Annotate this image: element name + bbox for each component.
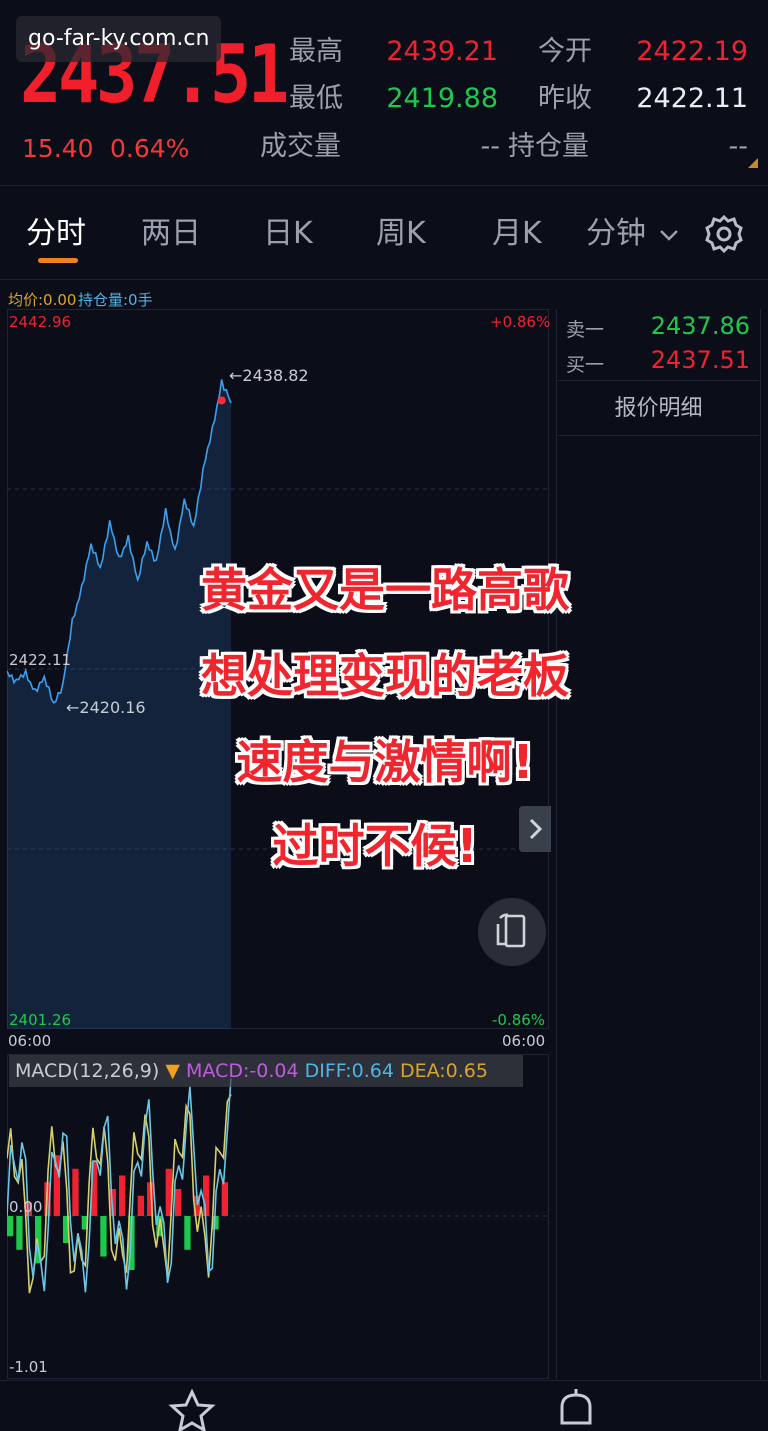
active-tab-indicator — [38, 258, 78, 263]
macd-bar — [137, 1195, 144, 1216]
sell-one-label: 卖一 — [566, 319, 605, 341]
time-start: 06:00 — [8, 1032, 52, 1050]
gear-icon[interactable] — [704, 214, 744, 254]
buy-one-value: 2437.51 — [650, 346, 750, 374]
price-change-pct: 0.64% — [110, 134, 190, 163]
macd-bar — [175, 1189, 182, 1216]
macd-bar — [184, 1216, 191, 1250]
tab-monthly-k[interactable]: 月K — [492, 216, 542, 252]
caption-line-2: 想处理变现的老板 — [201, 649, 569, 703]
macd-bar — [221, 1182, 228, 1216]
macd-dropdown-icon[interactable]: ▼ — [165, 1060, 180, 1082]
macd-bar — [16, 1216, 23, 1250]
volume-value: -- — [480, 131, 501, 162]
macd-value: MACD:-0.04 — [186, 1060, 299, 1082]
bottom-toolbar — [0, 1380, 768, 1431]
caption-line-3: 速度与激情啊! — [236, 735, 534, 789]
macd-legend: MACD(12,26,9) ▼ MACD:-0.04 DIFF:0.64 DEA… — [9, 1055, 523, 1087]
watermark: go-far-ky.com.cn — [16, 16, 222, 62]
macd-bar — [7, 1216, 14, 1237]
high-callout: ←2438.82 — [229, 366, 309, 385]
corner-marker — [748, 158, 758, 168]
rotate-phone-icon — [496, 913, 526, 948]
sell-one-value: 2437.86 — [650, 312, 750, 340]
macd-bar — [203, 1175, 210, 1216]
tab-intraday[interactable]: 分时 — [26, 216, 86, 252]
open-label: 今开 — [538, 36, 592, 67]
high-label: 最高 — [289, 36, 343, 67]
macd-title: MACD(12,26,9) — [15, 1060, 160, 1082]
tab-daily-k[interactable]: 日K — [263, 216, 313, 252]
open-interest-legend: 持仓量:0手 — [78, 291, 153, 309]
bell-icon[interactable] — [552, 1387, 600, 1431]
caption-line-4: 过时不候! — [272, 819, 478, 873]
tab-weekly-k[interactable]: 周K — [376, 216, 426, 252]
macd-bar — [119, 1175, 126, 1216]
quote-header: go-far-ky.com.cn 2437.51 15.40 0.64% 最高 … — [0, 0, 768, 186]
macd-bar — [100, 1216, 107, 1257]
caption-line-1: 黄金又是一路高歌 — [201, 563, 569, 617]
low-value: 2419.88 — [386, 83, 498, 114]
volume-label: 成交量 — [260, 131, 341, 162]
axis-top-pct: +0.86% — [490, 313, 551, 331]
quote-detail-button[interactable]: 报价明细 — [558, 380, 759, 436]
period-tabs: 分时 两日 日K 周K 月K 分钟 — [0, 186, 768, 280]
add-favorite-icon[interactable] — [168, 1389, 218, 1431]
axis-bottom-price: 2401.26 — [9, 1011, 72, 1029]
open-value: 2422.19 — [636, 36, 748, 67]
macd-chart-svg — [7, 1078, 549, 1294]
macd-zero-label: 0.00 — [9, 1198, 43, 1216]
macd-bottom-label: -1.01 — [9, 1358, 48, 1376]
macd-bar — [72, 1168, 79, 1216]
axis-bottom-pct: -0.86% — [492, 1011, 546, 1029]
open-interest-value: -- — [728, 131, 749, 162]
time-end: 06:00 — [502, 1032, 546, 1050]
low-label: 最低 — [289, 83, 343, 114]
prev-close-label: 昨收 — [538, 83, 592, 114]
price-change: 15.40 — [22, 134, 94, 163]
tab-minute-label: 分钟 — [586, 216, 646, 251]
axis-top-price: 2442.96 — [9, 313, 72, 331]
axis-mid-price: 2422.11 — [9, 651, 72, 669]
avg-price-legend: 均价:0.00 — [8, 291, 77, 309]
prev-close-value: 2422.11 — [636, 83, 748, 114]
open-interest-label: 持仓量 — [508, 131, 589, 162]
tab-two-day[interactable]: 两日 — [141, 216, 201, 252]
last-price-dot — [217, 396, 226, 405]
dea-value: DEA:0.65 — [399, 1060, 488, 1082]
rotate-screen-button[interactable] — [478, 898, 546, 966]
tab-minute[interactable]: 分钟 — [586, 216, 680, 252]
high-value: 2439.21 — [386, 36, 498, 67]
chevron-down-icon — [659, 230, 678, 241]
diff-value: DIFF:0.64 — [304, 1060, 394, 1082]
buy-one-label: 买一 — [566, 354, 605, 376]
